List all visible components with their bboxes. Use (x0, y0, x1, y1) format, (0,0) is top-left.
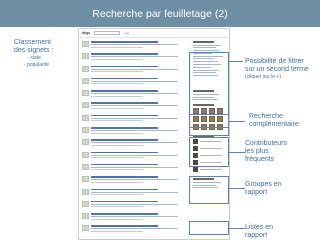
sort-note: Classement des signets : - date - popula… (14, 39, 74, 69)
bookmark-item[interactable] (82, 65, 186, 75)
callout-box-contributors (189, 137, 229, 167)
sort-option-popularity: - popularité (24, 62, 50, 68)
slide-title: Recherche par feuilletage (2) (92, 7, 228, 20)
bookmark-thumbnail (82, 127, 89, 134)
bookmark-item[interactable] (82, 225, 186, 234)
bookmark-thumbnail (82, 139, 89, 146)
annotation-groups-line2: rapport (245, 189, 268, 196)
bookmark-item[interactable] (82, 200, 186, 210)
callout-line-groups (229, 188, 245, 189)
callout-line-lists (229, 228, 245, 229)
bookmark-thumbnail (82, 114, 89, 121)
bookmark-item[interactable] (82, 77, 186, 87)
annotation-lists: Listes en rapport (245, 224, 273, 240)
bookmark-thumbnail (82, 200, 89, 207)
bookmark-thumbnail (82, 65, 89, 72)
callout-box-groups (189, 176, 229, 204)
bookmark-item[interactable] (82, 41, 186, 50)
group-icon (193, 167, 198, 173)
bookmark-thumbnail (82, 53, 89, 60)
bookmark-item[interactable] (82, 188, 186, 198)
bookmark-thumbnail (82, 188, 89, 195)
bookmark-item[interactable] (82, 127, 186, 136)
bookmark-thumbnail (82, 90, 89, 97)
callout-box-complement (189, 114, 229, 128)
bookmark-item[interactable] (82, 102, 186, 111)
annotation-complement: Recherche complémentaire (249, 113, 299, 129)
annotation-groups-line1: Groupes en (245, 181, 282, 188)
annotation-filter-hint: (cliquer sur le +) (245, 74, 281, 80)
site-search-input[interactable] (94, 31, 121, 35)
annotation-contributors-line2: les plus (245, 148, 269, 155)
sort-note-line1: Classement (14, 39, 51, 46)
bookmark-thumbnail (82, 163, 89, 170)
annotation-contributors-line3: fréquents (245, 156, 275, 163)
callout-line-filter (229, 61, 243, 62)
bookmark-item[interactable] (82, 213, 186, 222)
annotation-groups: Groupes en rapport (245, 181, 282, 197)
annotation-lists-line1: Listes en (245, 224, 274, 231)
bookmark-item[interactable] (82, 114, 186, 124)
site-tag-crumb: tag: ... (124, 31, 133, 35)
bookmark-thumbnail (82, 213, 89, 220)
annotation-filter: Possibilité de filtrer sur un second ter… (245, 58, 309, 81)
bookmark-thumbnail (82, 176, 89, 183)
bookmark-item[interactable] (82, 139, 186, 148)
bookmark-thumbnail (82, 77, 89, 84)
callout-box-lists (189, 221, 229, 235)
bookmark-item[interactable] (82, 53, 186, 62)
bookmark-list (82, 41, 186, 238)
site-logo: diigo (82, 31, 91, 35)
bookmark-item[interactable] (82, 176, 186, 185)
bookmark-item[interactable] (82, 151, 186, 161)
slide-title-bar: Recherche par feuilletage (2) (0, 0, 320, 27)
callout-line-complement (229, 121, 245, 122)
bookmark-thumbnail (82, 151, 89, 158)
bookmark-item[interactable] (82, 163, 186, 173)
sort-note-line2: des signets : (14, 47, 54, 54)
callout-line-contributors (229, 152, 245, 153)
annotation-contributors-line1: Contributeurs (245, 140, 288, 147)
annotation-complement-line2: complémentaire (249, 121, 299, 128)
annotation-filter-line1: Possibilité de filtrer (245, 58, 304, 65)
sort-option-date: - date (28, 55, 41, 61)
annotation-filter-line2: sur un second terme (245, 66, 309, 73)
bookmark-thumbnail (82, 102, 89, 109)
screenshot-header: diigo tag: ... (79, 29, 229, 38)
bookmark-thumbnail (82, 41, 89, 47)
bookmark-thumbnail (82, 225, 89, 232)
annotation-complement-line1: Recherche (249, 113, 283, 120)
annotation-contributors: Contributeurs les plus fréquents (245, 140, 287, 164)
annotation-lists-line2: rapport (245, 232, 268, 239)
bookmark-item[interactable] (82, 90, 186, 99)
